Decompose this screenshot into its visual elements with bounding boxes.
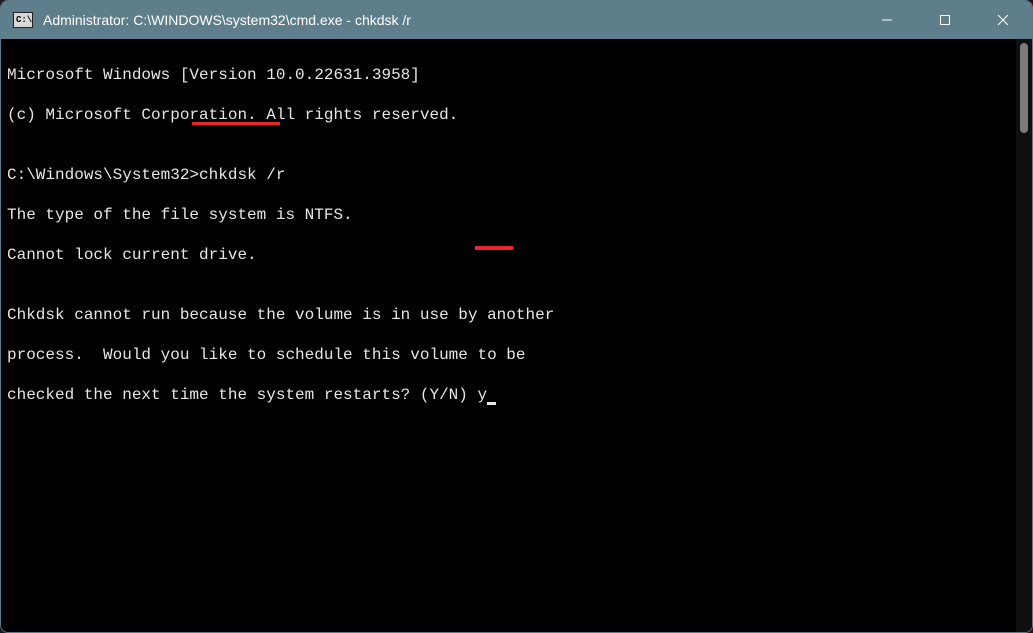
window-title: Administrator: C:\WINDOWS\system32\cmd.e…	[43, 12, 858, 28]
client-area: Microsoft Windows [Version 10.0.22631.39…	[1, 39, 1032, 632]
terminal-line: The type of the file system is NTFS.	[7, 205, 1016, 225]
cmd-icon-label: C:\	[16, 16, 32, 25]
close-icon	[997, 14, 1009, 26]
annotation-underline-answer	[475, 246, 513, 250]
terminal-prompt-line: C:\Windows\System32>chkdsk /r	[7, 165, 1016, 185]
terminal-line: Chkdsk cannot run because the volume is …	[7, 305, 1016, 325]
cmd-icon: C:\	[13, 12, 33, 28]
annotation-underline-command	[192, 122, 280, 125]
maximize-icon	[939, 14, 951, 26]
minimize-button[interactable]	[858, 1, 916, 39]
terminal-line: Microsoft Windows [Version 10.0.22631.39…	[7, 65, 1016, 85]
maximize-button[interactable]	[916, 1, 974, 39]
terminal-question: checked the next time the system restart…	[7, 386, 477, 404]
window-controls	[858, 1, 1032, 39]
vertical-scrollbar[interactable]	[1016, 39, 1032, 632]
close-button[interactable]	[974, 1, 1032, 39]
titlebar[interactable]: C:\ Administrator: C:\WINDOWS\system32\c…	[1, 1, 1032, 39]
minimize-icon	[881, 14, 893, 26]
terminal-input-char: y	[477, 386, 487, 404]
terminal-line: (c) Microsoft Corporation. All rights re…	[7, 105, 1016, 125]
terminal-input-line: checked the next time the system restart…	[7, 385, 1016, 405]
terminal-output[interactable]: Microsoft Windows [Version 10.0.22631.39…	[1, 39, 1016, 632]
command-prompt-window: C:\ Administrator: C:\WINDOWS\system32\c…	[0, 0, 1033, 633]
terminal-line: process. Would you like to schedule this…	[7, 345, 1016, 365]
prompt-prefix: C:\Windows\System32>	[7, 166, 199, 184]
text-cursor	[487, 389, 496, 405]
prompt-command: chkdsk /r	[199, 166, 285, 184]
scrollbar-thumb[interactable]	[1020, 43, 1028, 133]
